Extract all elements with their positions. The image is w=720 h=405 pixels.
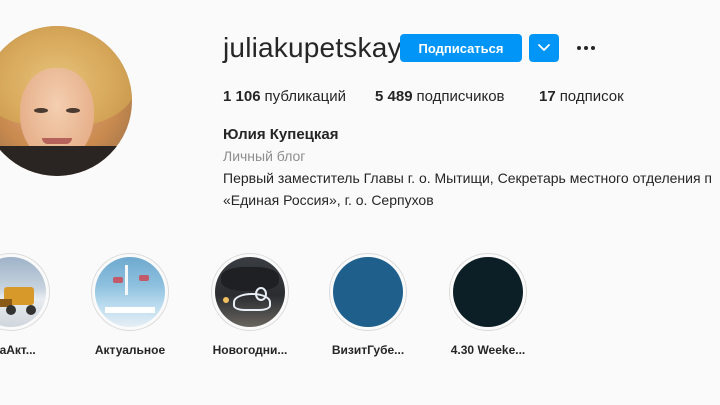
highlight-label: 4.30 Weeke... (450, 343, 526, 357)
dot-icon (577, 46, 581, 50)
highlight-cover (453, 257, 523, 327)
highlight-cover (95, 257, 165, 327)
profile-bio-line: Первый заместитель Главы г. о. Мытищи, С… (223, 170, 713, 186)
profile-full-name: Юлия Купецкая (223, 126, 339, 143)
highlight-ring (449, 253, 527, 331)
highlight-label: Новогодни... (212, 343, 288, 357)
highlight-cover (0, 257, 46, 327)
dot-icon (591, 46, 595, 50)
highlight-item[interactable]: Новогодни... (210, 253, 290, 357)
more-options-button[interactable] (573, 38, 599, 58)
profile-category: Личный блог (223, 148, 306, 164)
dot-icon (584, 46, 588, 50)
avatar-eye-right (66, 108, 80, 113)
chevron-down-icon (538, 44, 550, 51)
stat-label: публикаций (264, 88, 346, 105)
stat-value: 1 106 (223, 88, 261, 105)
profile-avatar[interactable] (0, 26, 132, 176)
highlight-label: Актуальное (94, 343, 166, 357)
stat-following[interactable]: 17 подписок (539, 88, 624, 106)
suggested-dropdown-button[interactable] (529, 34, 559, 62)
stat-label: подписчиков (416, 88, 505, 105)
highlight-cover (333, 257, 403, 327)
highlight-label: ВизитГубе... (331, 343, 405, 357)
stat-posts: 1 106 публикаций (223, 88, 346, 106)
profile-username: juliakupetskaya (223, 32, 418, 63)
stat-value: 5 489 (375, 88, 413, 105)
avatar-eye-left (34, 108, 48, 113)
highlight-ring (0, 253, 50, 331)
highlight-item[interactable]: 4.30 Weeke... (448, 253, 528, 357)
highlight-ring (91, 253, 169, 331)
highlight-item[interactable]: ВизитГубе... (328, 253, 408, 357)
avatar-mouth (42, 138, 72, 144)
highlight-ring (329, 253, 407, 331)
profile-bio-line: «Единая Россия», г. о. Серпухов (223, 192, 434, 208)
stat-followers[interactable]: 5 489 подписчиков (375, 88, 505, 106)
highlight-item[interactable]: Актуальное (90, 253, 170, 357)
follow-button[interactable]: Подписаться (400, 34, 522, 62)
avatar-clothes (0, 146, 132, 176)
highlight-ring (211, 253, 289, 331)
highlight-cover (215, 257, 285, 327)
highlight-item[interactable]: ркаАкт... (0, 253, 51, 357)
highlight-label: ркаАкт... (0, 343, 36, 357)
stat-value: 17 (539, 88, 556, 105)
stat-label: подписок (559, 88, 624, 105)
